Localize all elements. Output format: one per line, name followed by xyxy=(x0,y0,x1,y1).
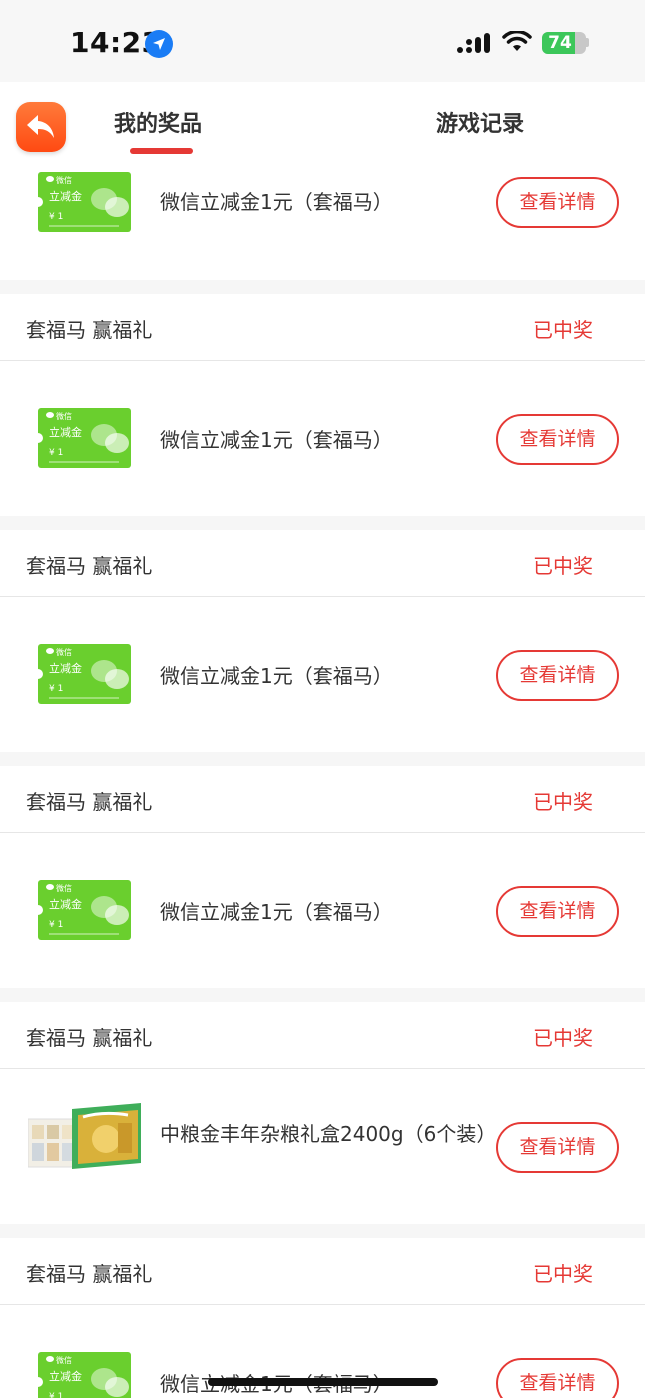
status-bar: 14:23 74 xyxy=(0,0,645,82)
status-badge: 已中奖 xyxy=(533,1262,593,1286)
activity-title: 套福马 赢福礼 xyxy=(26,554,153,578)
prize-card-header: 套福马 赢福礼 已中奖 xyxy=(0,1002,645,1069)
wifi-icon xyxy=(502,31,532,51)
active-tab-indicator xyxy=(130,148,193,154)
battery-tip xyxy=(586,38,589,47)
activity-title: 套福马 赢福礼 xyxy=(26,1262,153,1286)
view-details-button[interactable]: 查看详情 xyxy=(496,650,619,701)
view-details-button[interactable]: 查看详情 xyxy=(496,414,619,465)
prize-card: 套福马 赢福礼 已中奖 微信 立减金 ¥ 1 微信立减金1元（套福马） 查看详情 xyxy=(0,766,645,988)
prize-card: 套福马 赢福礼 已中奖 微信 立减金 ¥ 1 微信立减金1元（套福马） 查看详情 xyxy=(0,1238,645,1398)
wechat-voucher-image: 微信 立减金 ¥ 1 xyxy=(38,408,131,468)
prize-list[interactable]: 微信 立减金 ¥ 1 微信立减金1元（套福马） 查看详情 套福马 赢福礼 已中奖… xyxy=(0,160,645,1398)
wechat-voucher-image: 微信 立减金 ¥ 1 xyxy=(38,1352,131,1398)
battery-indicator: 74 xyxy=(542,32,586,54)
view-details-button[interactable]: 查看详情 xyxy=(496,1358,619,1398)
prize-name: 中粮金丰年杂粮礼盒2400g（6个装） xyxy=(160,1122,497,1146)
status-badge: 已中奖 xyxy=(533,318,593,342)
status-badge: 已中奖 xyxy=(533,554,593,578)
prize-card-body: 微信 立减金 ¥ 1 微信立减金1元（套福马） 查看详情 xyxy=(0,597,645,752)
activity-title: 套福马 赢福礼 xyxy=(26,318,153,342)
battery-level: 74 xyxy=(548,33,572,53)
prize-name: 微信立减金1元（套福马） xyxy=(160,664,393,688)
view-details-button[interactable]: 查看详情 xyxy=(496,886,619,937)
status-badge: 已中奖 xyxy=(533,790,593,814)
prize-card: 套福马 赢福礼 已中奖 中粮金丰年杂粮礼盒2400g（6个装） 查看详情 xyxy=(0,1002,645,1224)
prize-name: 微信立减金1元（套福马） xyxy=(160,190,393,214)
prize-name: 微信立减金1元（套福马） xyxy=(160,900,393,924)
view-details-button[interactable]: 查看详情 xyxy=(496,1122,619,1173)
activity-title: 套福马 赢福礼 xyxy=(26,790,153,814)
prize-card: 套福马 赢福礼 已中奖 微信 立减金 ¥ 1 微信立减金1元（套福马） 查看详情 xyxy=(0,530,645,752)
prize-card: 微信 立减金 ¥ 1 微信立减金1元（套福马） 查看详情 xyxy=(0,160,645,280)
view-details-button[interactable]: 查看详情 xyxy=(496,177,619,228)
location-arrow-icon xyxy=(145,30,173,58)
activity-title: 套福马 赢福礼 xyxy=(26,1026,153,1050)
status-badge: 已中奖 xyxy=(533,1026,593,1050)
page-header: 我的奖品 游戏记录 xyxy=(0,82,645,160)
prize-card-header: 套福马 赢福礼 已中奖 xyxy=(0,294,645,361)
prize-card-body: 微信 立减金 ¥ 1 微信立减金1元（套福马） 查看详情 xyxy=(0,160,645,280)
prize-card-header: 套福马 赢福礼 已中奖 xyxy=(0,530,645,597)
prize-card-body: 中粮金丰年杂粮礼盒2400g（6个装） 查看详情 xyxy=(0,1069,645,1224)
wechat-voucher-image: 微信 立减金 ¥ 1 xyxy=(38,172,131,232)
prize-name: 微信立减金1元（套福马） xyxy=(160,428,393,452)
home-indicator[interactable] xyxy=(208,1378,438,1386)
prize-card-body: 微信 立减金 ¥ 1 微信立减金1元（套福马） 查看详情 xyxy=(0,361,645,516)
prize-card-header: 套福马 赢福礼 已中奖 xyxy=(0,1238,645,1305)
back-arrow-icon xyxy=(27,115,54,138)
tab-game-records[interactable]: 游戏记录 xyxy=(436,106,524,138)
back-button[interactable] xyxy=(16,102,66,152)
tab-my-prizes[interactable]: 我的奖品 xyxy=(114,106,202,138)
cellular-signal-icon xyxy=(457,33,490,53)
prize-card-body: 微信 立减金 ¥ 1 微信立减金1元（套福马） 查看详情 xyxy=(0,833,645,988)
wechat-voucher-image: 微信 立减金 ¥ 1 xyxy=(38,644,131,704)
wechat-voucher-image: 微信 立减金 ¥ 1 xyxy=(38,880,131,940)
prize-card: 套福马 赢福礼 已中奖 微信 立减金 ¥ 1 微信立减金1元（套福马） 查看详情 xyxy=(0,294,645,516)
prize-card-header: 套福马 赢福礼 已中奖 xyxy=(0,766,645,833)
grain-gift-box-image xyxy=(28,1103,141,1169)
